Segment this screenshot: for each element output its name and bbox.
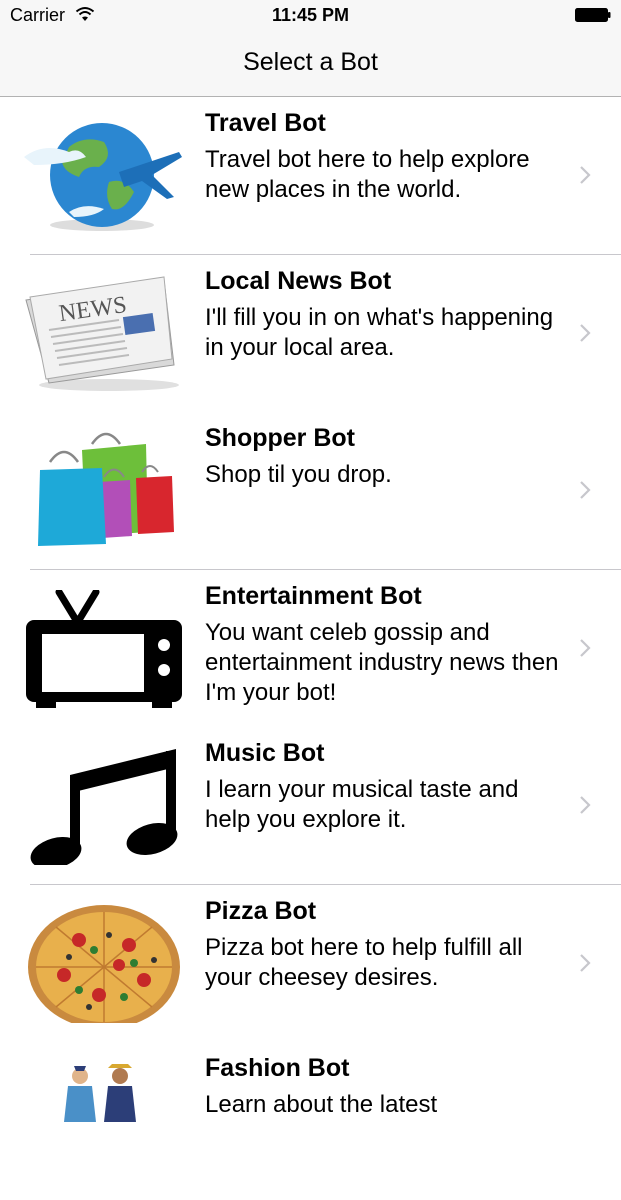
battery-icon (575, 8, 611, 22)
music-note-icon (30, 749, 178, 865)
bot-description: Pizza bot here to help fulfill all your … (205, 933, 523, 991)
chevron-right-icon (580, 638, 591, 657)
fashion-figures-icon (64, 1064, 136, 1122)
status-bar: Carrier 11:45 PM (0, 0, 621, 30)
shopping-bags-icon (38, 432, 174, 546)
navigation-bar: Select a Bot (0, 30, 621, 97)
bot-description: Travel bot here to help explore new plac… (205, 146, 530, 203)
bot-title: Pizza Bot (205, 896, 317, 925)
page-title: Select a Bot (243, 48, 378, 76)
chevron-right-icon (580, 166, 591, 184)
bot-row-fashion[interactable]: Fashion Bot Learn about the latest (0, 1042, 621, 1200)
bot-description: Learn about the latest (205, 1091, 438, 1118)
bot-row-music[interactable]: Music Bot I learn your musical taste and… (0, 727, 621, 885)
bot-description: I learn your musical taste and help you … (205, 776, 519, 833)
bot-title: Entertainment Bot (205, 581, 422, 610)
tv-icon (26, 589, 182, 708)
bot-title: Fashion Bot (205, 1054, 350, 1082)
bot-title: Music Bot (205, 739, 325, 767)
bot-list: Travel Bot Travel bot here to help explo… (0, 97, 621, 1200)
bot-row-entertainment[interactable]: Entertainment Bot You want celeb gossip … (0, 570, 621, 728)
bot-title: Shopper Bot (205, 424, 355, 452)
bot-title: Local News Bot (205, 266, 392, 295)
clock: 11:45 PM (271, 5, 350, 25)
bot-row-travel[interactable]: Travel Bot Travel bot here to help explo… (0, 97, 621, 255)
bot-description: Shop til you drop. (205, 461, 392, 488)
bot-title: Travel Bot (205, 109, 326, 137)
chevron-right-icon (580, 953, 591, 972)
bot-row-pizza[interactable]: Pizza Bot Pizza bot here to help fulfill… (0, 885, 621, 1043)
bot-row-local-news[interactable]: NEWS Local News Bot I'll fill you in on … (0, 255, 621, 413)
bot-row-shopper[interactable]: Shopper Bot Shop til you drop. (0, 412, 621, 570)
newspaper-icon: NEWS (25, 275, 179, 391)
bot-description: I'll fill you in on what's happening in … (205, 303, 554, 361)
bot-description: You want celeb gossip and entertainment … (205, 618, 559, 706)
globe-plane-icon (24, 123, 182, 231)
chevron-right-icon (580, 796, 591, 814)
pizza-icon (28, 904, 180, 1023)
chevron-right-icon (580, 323, 591, 342)
chevron-right-icon (580, 481, 591, 499)
